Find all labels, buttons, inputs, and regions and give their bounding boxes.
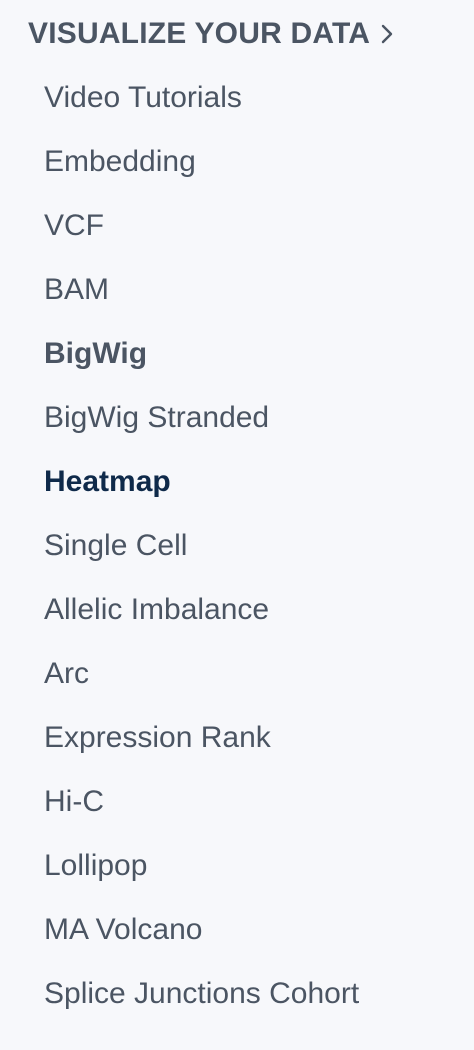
sidebar-item-allelic-imbalance[interactable]: Allelic Imbalance <box>0 578 474 642</box>
sidebar-item-label: Arc <box>44 657 89 690</box>
chevron-right-icon <box>380 23 394 45</box>
sidebar-item-bigwig[interactable]: BigWig <box>0 322 474 386</box>
sidebar-item-single-cell[interactable]: Single Cell <box>0 514 474 578</box>
sidebar: VISUALIZE YOUR DATA Video Tutorials Embe… <box>0 0 474 1050</box>
sidebar-item-splice-junctions-cohort[interactable]: Splice Junctions Cohort <box>0 962 474 1026</box>
sidebar-item-label: Embedding <box>44 145 196 178</box>
sidebar-item-label: BAM <box>44 273 110 306</box>
sidebar-item-label: Video Tutorials <box>44 81 242 114</box>
sidebar-nav-list: Video Tutorials Embedding VCF BAM BigWig… <box>0 66 474 1026</box>
sidebar-item-label: VCF <box>44 209 104 242</box>
sidebar-item-label: Heatmap <box>44 465 171 498</box>
sidebar-item-ma-volcano[interactable]: MA Volcano <box>0 898 474 962</box>
sidebar-item-label: Splice Junctions Cohort <box>44 977 360 1010</box>
sidebar-item-embedding[interactable]: Embedding <box>0 130 474 194</box>
sidebar-item-arc[interactable]: Arc <box>0 642 474 706</box>
sidebar-item-label: Expression Rank <box>44 721 271 754</box>
sidebar-item-hi-c[interactable]: Hi-C <box>0 770 474 834</box>
sidebar-item-label: MA Volcano <box>44 913 203 946</box>
sidebar-item-label: Lollipop <box>44 849 148 882</box>
sidebar-item-lollipop[interactable]: Lollipop <box>0 834 474 898</box>
sidebar-item-label: BigWig <box>44 337 148 370</box>
sidebar-item-label: Hi-C <box>44 785 104 818</box>
sidebar-item-expression-rank[interactable]: Expression Rank <box>0 706 474 770</box>
sidebar-item-heatmap[interactable]: Heatmap <box>0 450 474 514</box>
sidebar-item-bigwig-stranded[interactable]: BigWig Stranded <box>0 386 474 450</box>
sidebar-item-video-tutorials[interactable]: Video Tutorials <box>0 66 474 130</box>
sidebar-item-label: BigWig Stranded <box>44 401 270 434</box>
sidebar-item-label: Allelic Imbalance <box>44 593 270 626</box>
section-header-visualize-your-data[interactable]: VISUALIZE YOUR DATA <box>28 12 394 56</box>
sidebar-item-bam[interactable]: BAM <box>0 258 474 322</box>
section-title: VISUALIZE YOUR DATA <box>28 17 371 50</box>
sidebar-item-vcf[interactable]: VCF <box>0 194 474 258</box>
sidebar-item-label: Single Cell <box>44 529 188 562</box>
